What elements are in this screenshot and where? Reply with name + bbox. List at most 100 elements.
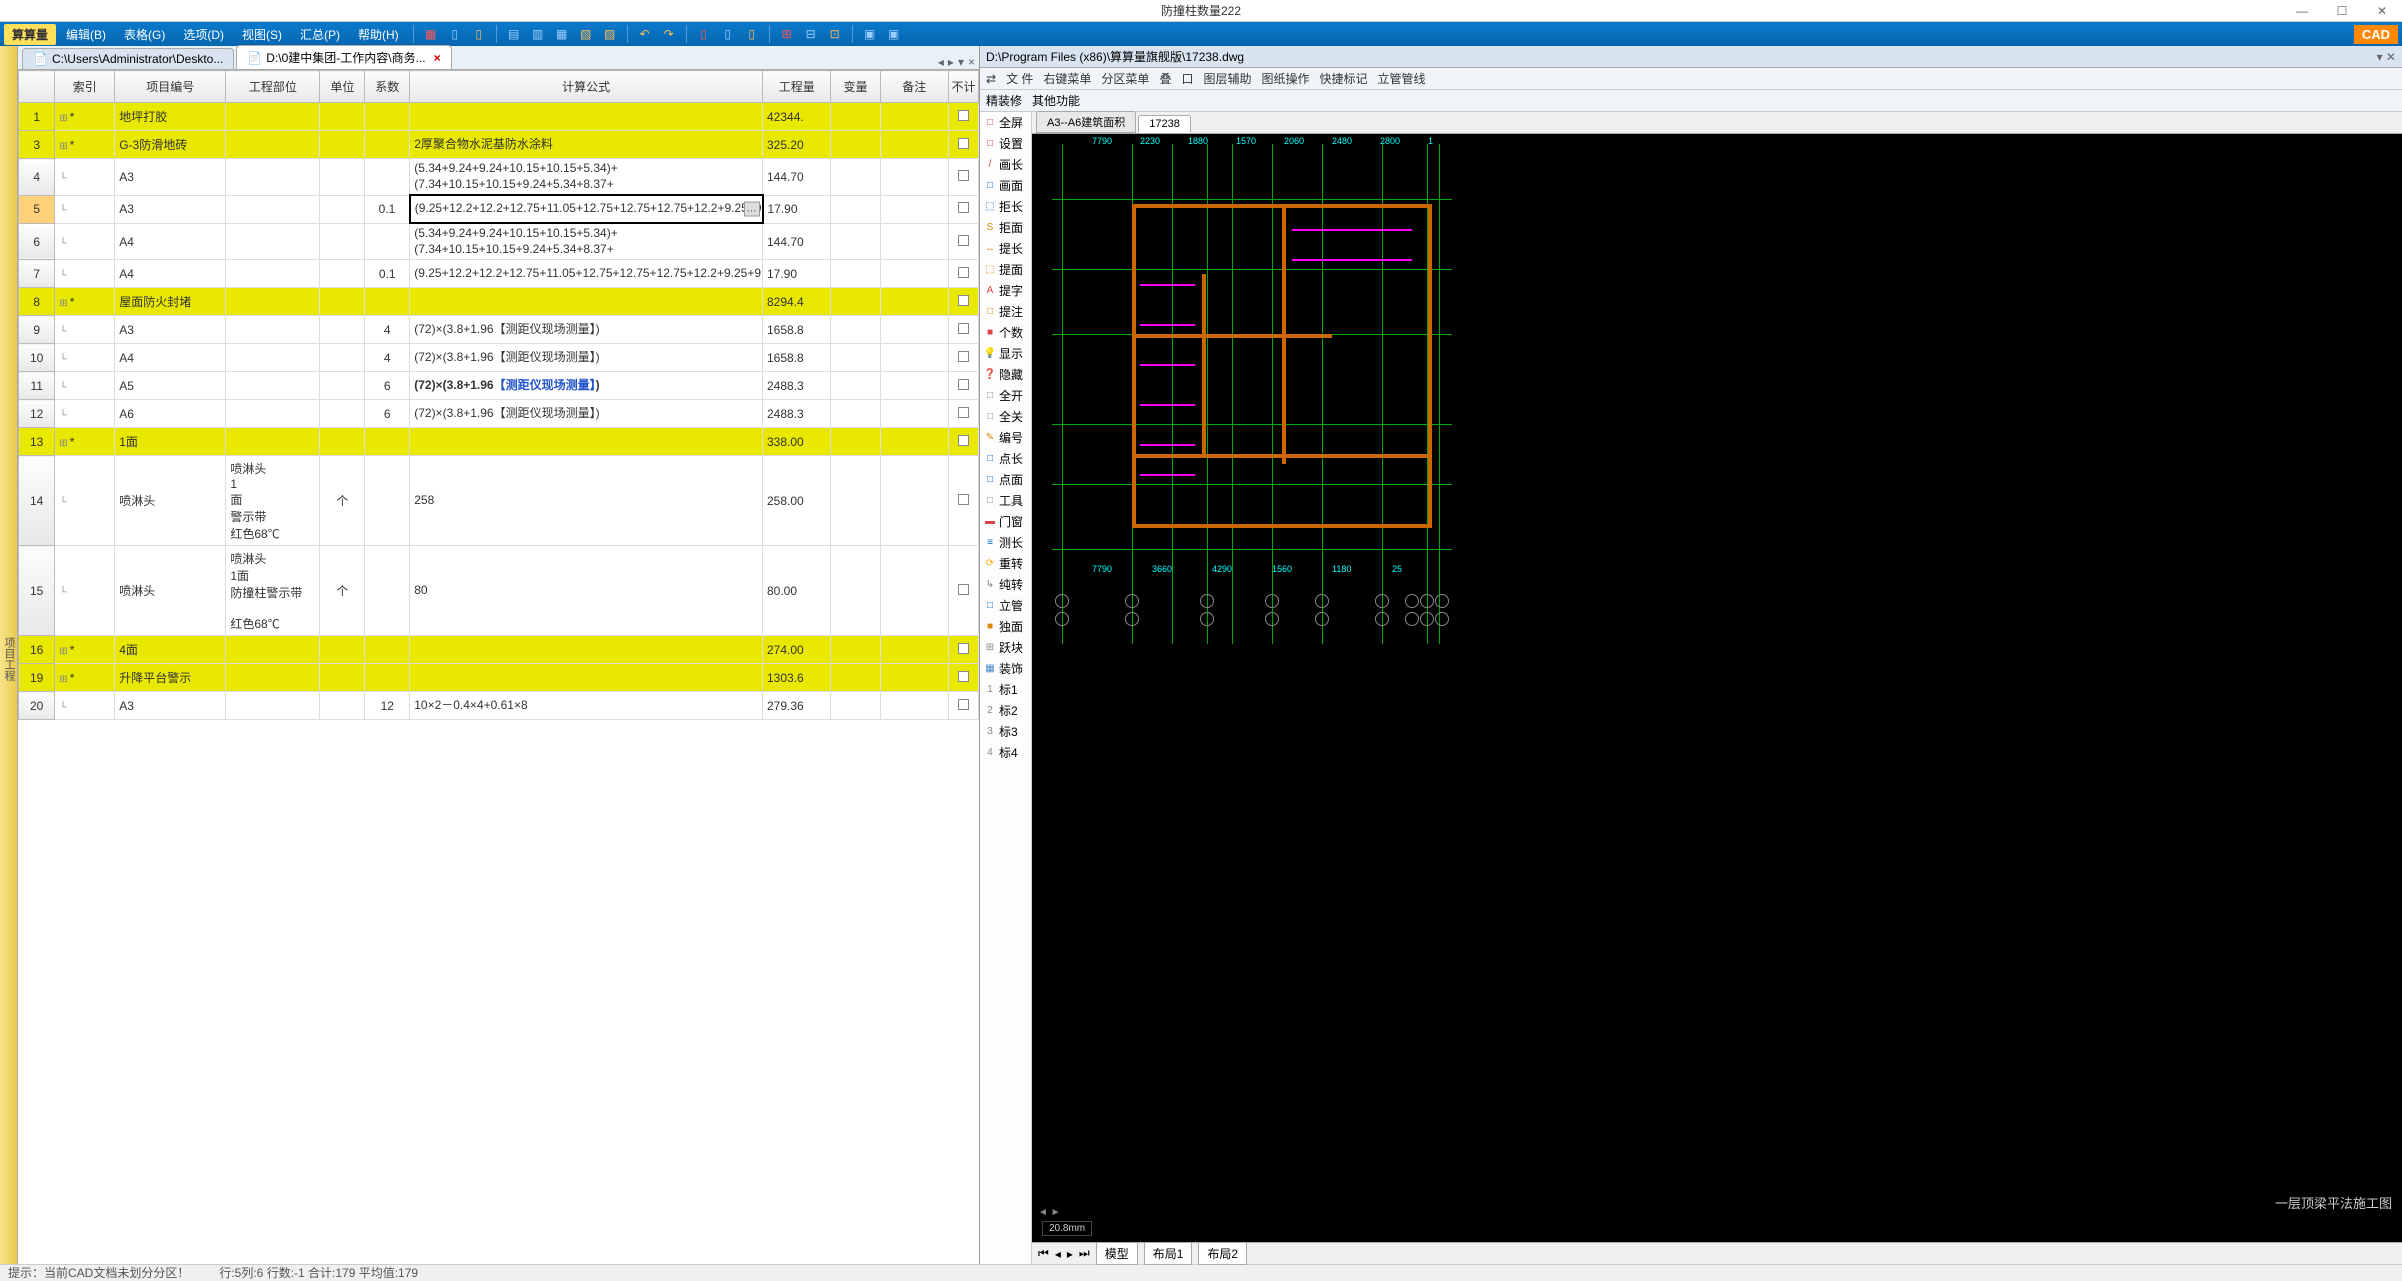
cell-index[interactable]: ⊞* [55, 664, 115, 692]
menu-options[interactable]: 选项(D) [175, 24, 232, 45]
cad-tb-item[interactable]: 右键菜单 [1043, 70, 1091, 87]
menu-main[interactable]: 算算量 [4, 24, 56, 45]
cell-project[interactable]: A5 [115, 372, 226, 400]
cad-tb-item[interactable]: 口 [1181, 70, 1193, 87]
cell-unit[interactable] [320, 223, 365, 260]
cell-note[interactable] [880, 316, 948, 344]
col-rownum[interactable] [19, 71, 55, 103]
table-row[interactable]: 4└A3(5.34+9.24+9.24+10.15+10.15+5.34)+(7… [19, 159, 979, 196]
cell-coef[interactable]: 0.1 [365, 260, 410, 288]
cell-var[interactable] [831, 456, 880, 546]
cell-note[interactable] [880, 159, 948, 196]
toolbox-item[interactable]: A提字 [980, 280, 1031, 301]
cell-part[interactable] [226, 400, 320, 428]
cell-note[interactable] [880, 664, 948, 692]
checkbox[interactable] [958, 323, 969, 334]
cell-project[interactable]: A3 [115, 195, 226, 223]
cad-tb-item[interactable]: 文 件 [1006, 70, 1033, 87]
cell-expand-button[interactable]: … [744, 202, 760, 217]
toolbox-item[interactable]: ■个数 [980, 322, 1031, 343]
toolbox-item[interactable]: □全关 [980, 406, 1031, 427]
cell-note[interactable] [880, 344, 948, 372]
col-qty[interactable]: 工程量 [763, 71, 831, 103]
cad-tb2-item[interactable]: 其他功能 [1032, 92, 1080, 109]
cell-coef[interactable] [365, 664, 410, 692]
cell-var[interactable] [831, 260, 880, 288]
row-header[interactable]: 1 [19, 103, 55, 131]
cell-skip[interactable] [948, 131, 978, 159]
cell-index[interactable]: └ [55, 260, 115, 288]
cell-formula[interactable]: 10×2－0.4×4+0.61×8 [410, 692, 763, 720]
cell-note[interactable] [880, 372, 948, 400]
cad-tb2-item[interactable]: 精装修 [986, 92, 1022, 109]
cell-part[interactable] [226, 288, 320, 316]
cell-project[interactable]: A3 [115, 159, 226, 196]
toolbox-item[interactable]: ▦装饰 [980, 658, 1031, 679]
cell-formula[interactable]: 258 [410, 456, 763, 546]
row-header[interactable]: 9 [19, 316, 55, 344]
cell-project[interactable]: A4 [115, 344, 226, 372]
cell-skip[interactable] [948, 428, 978, 456]
cell-var[interactable] [831, 400, 880, 428]
toolbar-icon[interactable]: ▣ [861, 25, 879, 43]
cell-coef[interactable]: 6 [365, 372, 410, 400]
table-row[interactable]: 19⊞*升降平台警示1303.6 [19, 664, 979, 692]
cell-skip[interactable] [948, 344, 978, 372]
cell-skip[interactable] [948, 195, 978, 223]
cell-coef[interactable]: 6 [365, 400, 410, 428]
row-header[interactable]: 5 [19, 195, 55, 223]
toolbar-icon[interactable]: ⊟ [802, 25, 820, 43]
toolbox-item[interactable]: ▬门窗 [980, 511, 1031, 532]
cell-note[interactable] [880, 456, 948, 546]
nav-last-icon[interactable]: ⏭ [1079, 1246, 1090, 1261]
cell-skip[interactable] [948, 456, 978, 546]
table-row[interactable]: 7└A40.1(9.25+12.2+12.2+12.75+11.05+12.75… [19, 260, 979, 288]
tab-prev-icon[interactable]: ◂ [938, 55, 944, 69]
row-header[interactable]: 19 [19, 664, 55, 692]
tab-close-icon[interactable]: × [968, 55, 975, 69]
cell-note[interactable] [880, 288, 948, 316]
toolbox-item[interactable]: ✎编号 [980, 427, 1031, 448]
checkbox[interactable] [958, 295, 969, 306]
menu-help[interactable]: 帮助(H) [350, 24, 407, 45]
row-header[interactable]: 10 [19, 344, 55, 372]
cell-index[interactable]: └ [55, 692, 115, 720]
toolbar-icon[interactable]: ▯ [695, 25, 713, 43]
checkbox[interactable] [958, 699, 969, 710]
cell-coef[interactable] [365, 223, 410, 260]
cell-part[interactable] [226, 636, 320, 664]
cell-index[interactable]: └ [55, 372, 115, 400]
tab-menu-icon[interactable]: ▾ [958, 55, 964, 69]
cell-qty[interactable]: 8294.4 [763, 288, 831, 316]
cell-note[interactable] [880, 400, 948, 428]
cell-qty[interactable]: 17.90 [763, 195, 831, 223]
toolbox-item[interactable]: □工具 [980, 490, 1031, 511]
cell-unit[interactable] [320, 372, 365, 400]
row-header[interactable]: 13 [19, 428, 55, 456]
table-row[interactable]: 5└A30.1(9.25+12.2+12.2+12.75+11.05+12.75… [19, 195, 979, 223]
table-row[interactable]: 1⊞*地坪打胶42344. [19, 103, 979, 131]
cell-skip[interactable] [948, 288, 978, 316]
checkbox[interactable] [958, 110, 969, 121]
close-button[interactable]: ✕ [2362, 0, 2402, 22]
cell-unit[interactable] [320, 636, 365, 664]
toolbar-icon[interactable]: ▯ [743, 25, 761, 43]
table-row[interactable]: 9└A34(72)×(3.8+1.96【测距仪现场测量】)1658.8 [19, 316, 979, 344]
file-tab[interactable]: 📄 C:\Users\Administrator\Deskto... [22, 48, 234, 69]
cell-project[interactable]: 1面 [115, 428, 226, 456]
table-row[interactable]: 11└A56(72)×(3.8+1.96【测距仪现场测量】)2488.3 [19, 372, 979, 400]
menu-summary[interactable]: 汇总(P) [292, 24, 348, 45]
maximize-button[interactable]: ☐ [2322, 0, 2362, 22]
row-header[interactable]: 7 [19, 260, 55, 288]
table-row[interactable]: 15└喷淋头喷淋头 1面 防撞柱警示带 红色68℃个8080.00 [19, 546, 979, 636]
cell-skip[interactable] [948, 664, 978, 692]
cell-part[interactable]: 喷淋头 1面 防撞柱警示带 红色68℃ [226, 546, 320, 636]
toolbar-icon[interactable]: ▣ [885, 25, 903, 43]
cell-index[interactable]: └ [55, 400, 115, 428]
row-header[interactable]: 16 [19, 636, 55, 664]
cell-formula[interactable]: (5.34+9.24+9.24+10.15+10.15+5.34)+(7.34+… [410, 159, 763, 196]
cell-project[interactable]: A4 [115, 223, 226, 260]
cell-qty[interactable]: 144.70 [763, 159, 831, 196]
layout-tab[interactable]: 布局1 [1144, 1242, 1193, 1265]
toolbox-item[interactable]: ■独面 [980, 616, 1031, 637]
